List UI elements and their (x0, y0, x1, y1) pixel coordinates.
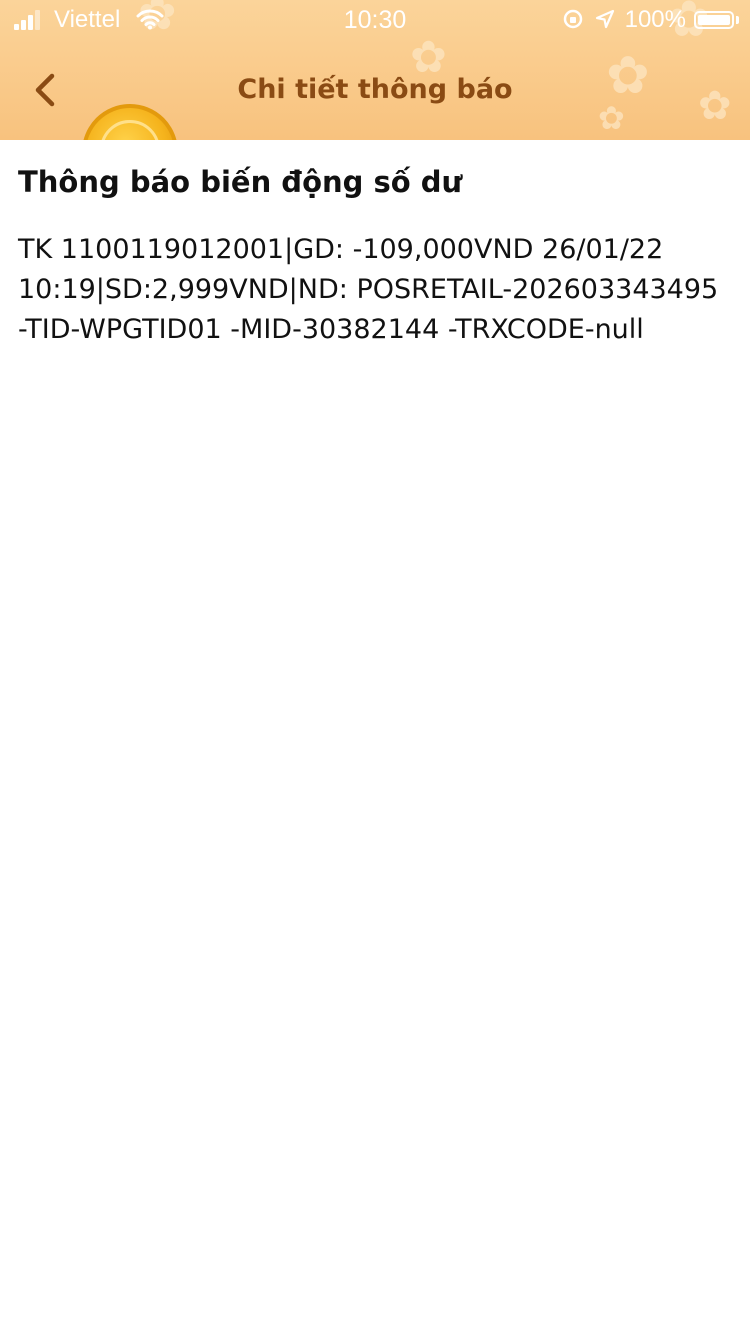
notification-title: Thông báo biến động số dư (18, 165, 463, 199)
battery-tip (736, 16, 739, 24)
location-arrow-icon (595, 9, 615, 29)
notification-body: TK 1100119012001|GD: -109,000VND 26/01/2… (18, 230, 734, 350)
orientation-lock-icon (563, 9, 583, 29)
notification-body-line: TK 1100119012001|GD: -109,000VND 26/01/2… (18, 234, 664, 265)
status-bar: Viettel 10:30 100% (0, 0, 750, 40)
battery-percent: 100% (624, 6, 686, 33)
page-title: Chi tiết thông báo (237, 74, 513, 105)
notification-body-line: -TID-WPGTID01 -MID-30382144 -TRXCODE-nul… (18, 314, 644, 345)
battery-icon (694, 11, 734, 29)
notification-body-line: 10:19|SD:2,999VND|ND: POSRETAIL-20260334… (18, 274, 719, 305)
